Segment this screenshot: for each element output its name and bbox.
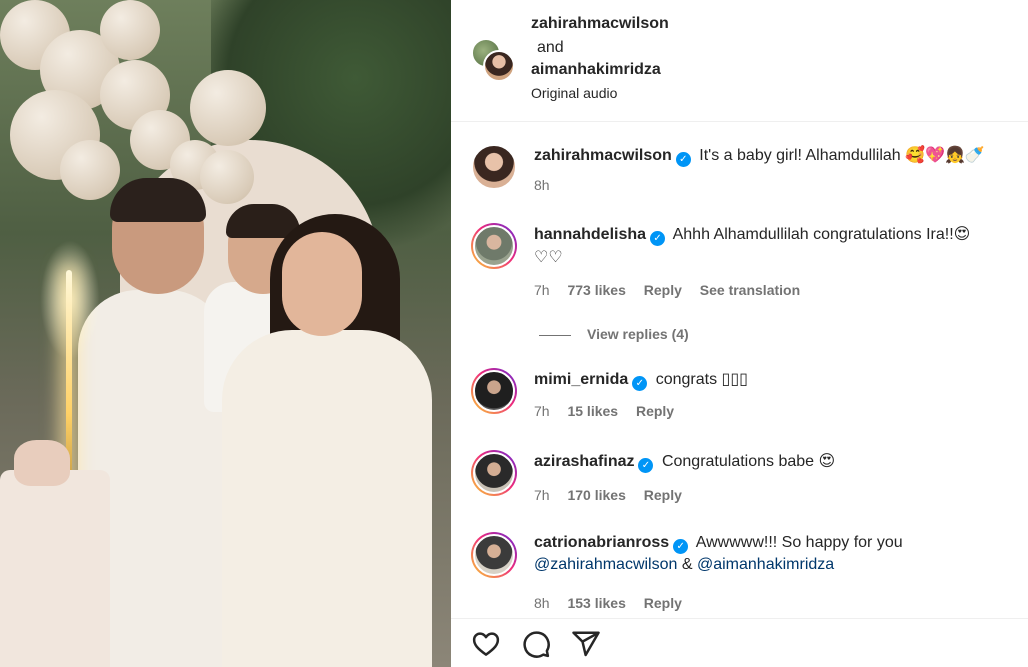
comment-likes[interactable]: 15 likes (567, 403, 618, 419)
mention-link[interactable]: @aimanhakimridza (697, 556, 834, 573)
post-header: zahirahmacwilson and aimanhakimridza Ori… (451, 0, 1028, 122)
mention-link[interactable]: @zahirahmacwilson (534, 556, 677, 573)
post-actions (451, 618, 1028, 667)
verified-badge-icon: ✓ (675, 152, 691, 167)
comment-meta: 7h 170 likes Reply (534, 486, 696, 504)
comment-text: zahirahmacwilson ✓ It's a baby girl! Alha… (534, 144, 1014, 167)
comment-emoji: 😍 (818, 451, 836, 470)
paper-plane-icon[interactable] (571, 629, 601, 659)
reply-button[interactable]: Reply (644, 282, 682, 298)
reply-button[interactable]: Reply (644, 487, 682, 503)
comment-text: catrionabrianross ✓ Awwwww!!! So happy fo… (534, 532, 1014, 576)
comment-meta: 7h 773 likes Reply See translation (534, 281, 814, 299)
comment-emoji: ♡♡ (534, 247, 563, 266)
balloon (190, 70, 266, 146)
comment-message: Awwwww!!! So happy for you (695, 534, 903, 551)
avatar[interactable] (471, 532, 517, 578)
avatar[interactable] (471, 144, 517, 190)
avatar[interactable] (471, 368, 517, 414)
reply-button[interactable]: Reply (644, 595, 682, 611)
comment-username[interactable]: mimi_ernida (534, 371, 628, 388)
comment-time[interactable]: 7h (534, 282, 550, 298)
collab-avatars[interactable] (471, 38, 515, 82)
comment-username[interactable]: hannahdelisha (534, 226, 646, 243)
comment-time[interactable]: 7h (534, 403, 550, 419)
comment-likes[interactable]: 170 likes (567, 487, 625, 503)
comment-message: Congratulations babe (661, 453, 815, 470)
bunny-topper (14, 440, 70, 486)
verified-badge-icon: ✓ (650, 231, 666, 246)
owner-username[interactable]: zahirahmacwilson (531, 14, 669, 34)
reply-button[interactable]: Reply (636, 403, 674, 419)
view-replies-button[interactable]: View replies (4) (539, 325, 689, 343)
avatar[interactable] (483, 50, 515, 82)
comment-meta: 8h 153 likes Reply (534, 594, 696, 612)
comment-text: hannahdelisha ✓ Ahhh Alhamdullilah congra… (534, 223, 1014, 269)
ampersand: & (681, 556, 693, 573)
comment-time[interactable]: 8h (534, 595, 550, 611)
view-replies-label: View replies (4) (587, 326, 689, 342)
verified-badge-icon: ✓ (632, 376, 648, 391)
comment-text: azirashafinaz ✓ Congratulations babe 😍 (534, 450, 1014, 473)
balloon (100, 0, 160, 60)
balloon (60, 140, 120, 200)
post-panel: zahirahmacwilson and aimanhakimridza Ori… (451, 0, 1028, 667)
heart-icon[interactable] (471, 629, 501, 659)
comment-username[interactable]: azirashafinaz (534, 453, 634, 470)
comment-meta: 8h (534, 176, 564, 194)
comment-meta: 7h 15 likes Reply (534, 402, 688, 420)
comment-emoji: 😍 (953, 224, 971, 243)
comment-time[interactable]: 7h (534, 487, 550, 503)
see-translation-button[interactable]: See translation (700, 282, 800, 298)
verified-badge-icon: ✓ (638, 458, 654, 473)
woman-head (282, 232, 362, 336)
comment-username[interactable]: catrionabrianross (534, 534, 669, 551)
post-media[interactable] (0, 0, 451, 667)
audio-link[interactable]: Original audio (531, 84, 617, 102)
avatar[interactable] (471, 450, 517, 496)
comment-username[interactable]: zahirahmacwilson (534, 147, 672, 164)
comment-message: It's a baby girl! Alhamdullilah (699, 147, 901, 164)
comments-list[interactable]: zahirahmacwilson ✓ It's a baby girl! Alha… (451, 122, 1028, 618)
comment-message: Ahhh Alhamdullilah congratulations Ira!! (672, 226, 954, 243)
verified-badge-icon: ✓ (673, 539, 689, 554)
comment-emoji: ▯▯▯ (721, 369, 748, 388)
avatar[interactable] (471, 223, 517, 269)
cake (0, 440, 110, 667)
balloon (200, 150, 254, 204)
collaborator-username[interactable]: aimanhakimridza (531, 60, 661, 80)
man-hair (110, 178, 206, 222)
comment-message: congrats (655, 371, 718, 388)
comment-likes[interactable]: 773 likes (567, 282, 625, 298)
comment-emoji: 🥰💖👧🍼 (905, 145, 985, 164)
divider-line (539, 334, 571, 336)
comment-likes[interactable]: 153 likes (567, 595, 625, 611)
and-label: and (537, 39, 564, 56)
comment-icon[interactable] (521, 629, 551, 659)
comment-text: mimi_ernida ✓ congrats ▯▯▯ (534, 368, 1014, 391)
woman-figure (222, 330, 432, 667)
comment-time[interactable]: 8h (534, 177, 550, 193)
